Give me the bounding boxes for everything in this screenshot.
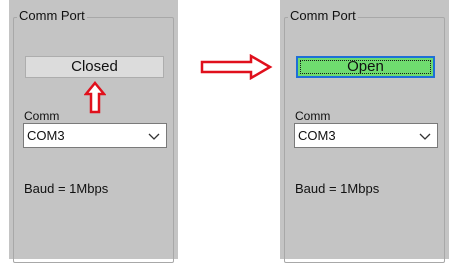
comm-label: Comm	[295, 109, 331, 123]
comm-select-value: COM3	[27, 128, 65, 143]
comm-port-panel-closed: Comm Port Closed Comm COM3 Baud = 1Mbps	[9, 0, 178, 263]
group-title: Comm Port	[288, 8, 358, 24]
comm-select[interactable]: COM3	[23, 123, 167, 148]
comm-select[interactable]: COM3	[294, 123, 438, 148]
baud-rate-text: Baud = 1Mbps	[295, 181, 380, 196]
port-toggle-button[interactable]: Open	[296, 56, 435, 78]
port-toggle-button[interactable]: Closed	[25, 56, 164, 78]
comm-port-panel-open: Comm Port Open Comm COM3 Baud = 1Mbps	[280, 0, 449, 263]
up-arrow-icon	[84, 81, 106, 114]
comm-label: Comm	[24, 109, 60, 123]
group-title: Comm Port	[17, 8, 87, 24]
chevron-down-icon	[148, 133, 160, 140]
baud-rate-text: Baud = 1Mbps	[24, 181, 109, 196]
chevron-down-icon	[419, 133, 431, 140]
comm-select-value: COM3	[298, 128, 336, 143]
right-arrow-icon	[200, 54, 273, 80]
